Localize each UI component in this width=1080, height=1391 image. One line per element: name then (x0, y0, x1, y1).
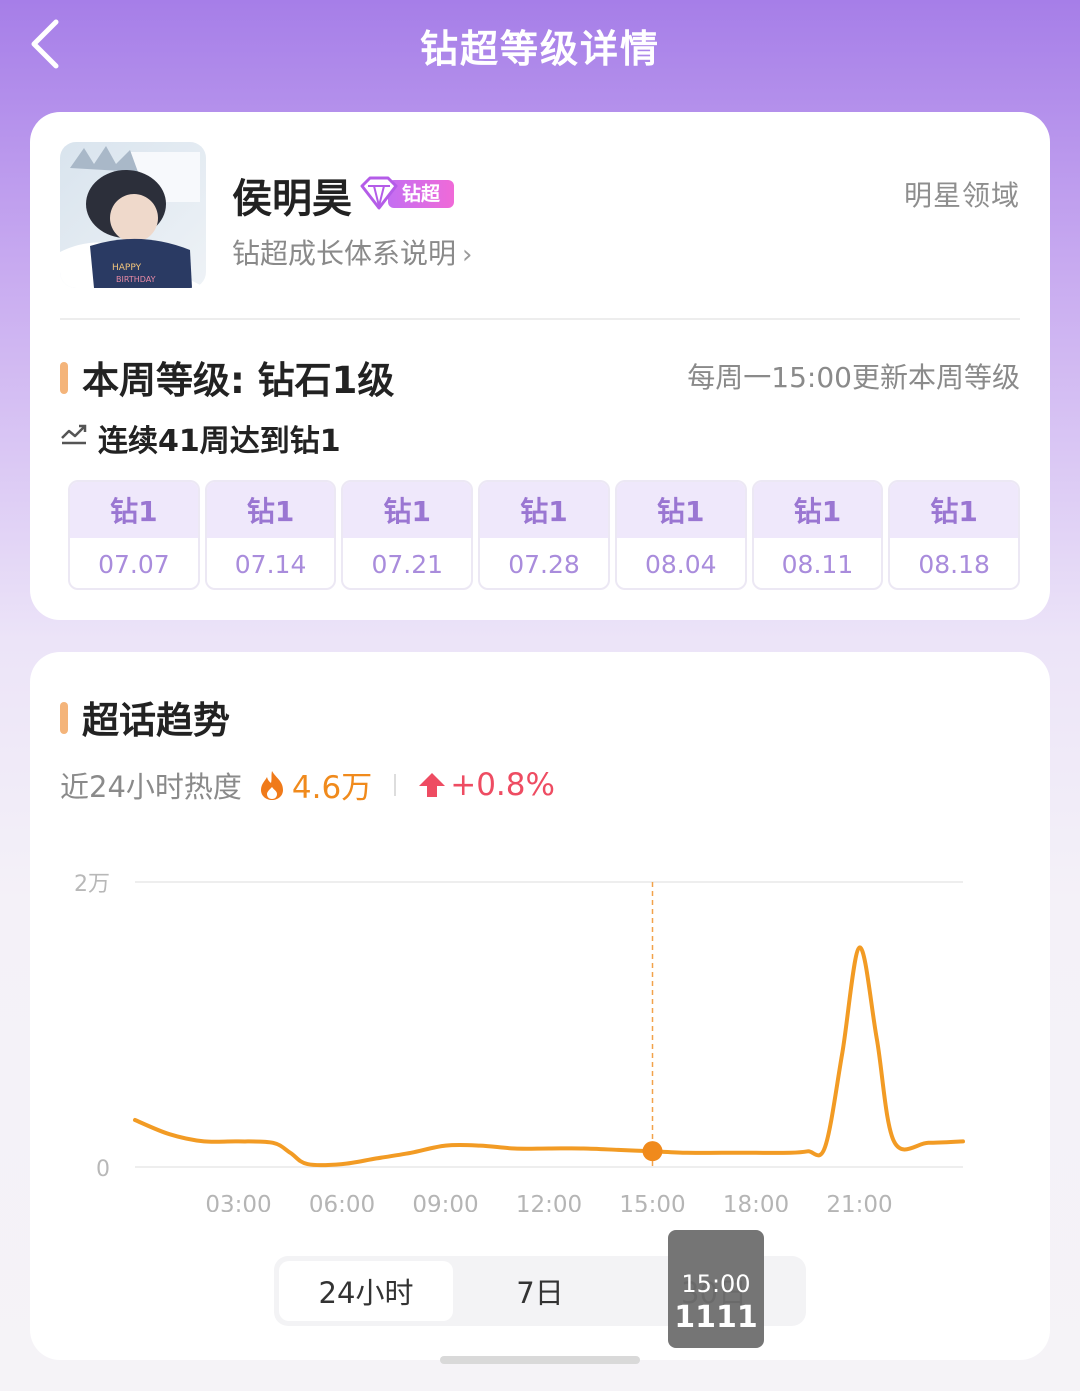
weekly-level-list: 钻1 07.07 钻1 07.14 钻1 07.21 钻1 07.28 钻1 08.04 … (68, 480, 1021, 590)
update-note: 每周一15:00更新本周等级 (687, 361, 1020, 394)
chevron-right-icon: › (462, 240, 473, 270)
x-tick-label: 12:00 (516, 1192, 582, 1212)
week-item: 钻1 08.18 (888, 480, 1021, 590)
x-tick-label: 18:00 (723, 1192, 789, 1212)
flame-icon (258, 769, 286, 801)
week-item: 钻1 08.11 (751, 480, 884, 590)
streak-text: 连续41周达到钻1 (98, 424, 341, 459)
week-level: 钻1 (616, 482, 745, 538)
section-accent-bar (60, 362, 68, 394)
week-date: 08.04 (644, 549, 717, 579)
x-tick-label: 15:00 (619, 1192, 685, 1212)
level-card: HAPPY BIRTHDAY 侯明昊 钻超 钻超成长体系说明 › 明星领域 本周等… (30, 112, 1050, 620)
week-item: 钻1 07.28 (478, 480, 610, 590)
change-value: +0.8% (450, 766, 555, 803)
week-date: 08.18 (918, 549, 990, 579)
x-tick-label: 09:00 (412, 1192, 478, 1212)
section-accent-bar (60, 702, 68, 734)
top-bar: 钻超等级详情 (0, 0, 1080, 90)
growth-link-label: 钻超成长体系说明 (232, 237, 457, 270)
week-level: 钻1 (206, 482, 335, 538)
week-level: 钻1 (890, 482, 1019, 538)
tooltip-time: 15:00 (681, 1270, 751, 1298)
week-date: 07.28 (508, 549, 580, 579)
chart-tooltip: 15:00 1111 (668, 1230, 764, 1348)
y-tick-label: 2万 (74, 872, 110, 897)
heat-summary: 近24小时热度 4.6万 +0.8% (60, 762, 555, 807)
tab-7d[interactable]: 7日 (453, 1261, 627, 1321)
trend-chart[interactable]: 0 2万 03:00 06:00 09:00 12:00 15:00 18:00 21:00 (30, 832, 1050, 1212)
trend-title: 超话趋势 (82, 699, 230, 742)
avatar[interactable]: HAPPY BIRTHDAY (60, 142, 206, 288)
week-level: 钻1 (70, 482, 198, 538)
badge-label: 钻超 (402, 183, 441, 205)
divider (60, 318, 1020, 320)
page-title: 钻超等级详情 (419, 27, 660, 71)
arrow-up-icon (418, 771, 446, 799)
svg-text:HAPPY: HAPPY (112, 263, 142, 273)
separator (394, 773, 397, 796)
week-item: 钻1 07.07 (68, 480, 200, 590)
trend-up-icon (60, 422, 88, 446)
week-item: 钻1 07.14 (204, 480, 337, 590)
domain-tag[interactable]: 明星领域 (904, 174, 1020, 214)
y-tick-label: 0 (96, 1157, 110, 1182)
x-tick-label: 03:00 (205, 1192, 271, 1212)
x-tick-label: 21:00 (826, 1192, 892, 1212)
user-name: 侯明昊 (232, 176, 352, 222)
week-level: 钻1 (480, 482, 608, 538)
weekly-level-title: 本周等级: 钻石1级 (82, 359, 395, 402)
heat-label: 近24小时热度 (60, 769, 242, 804)
highlight-point (642, 1141, 663, 1162)
tooltip-value: 1111 (674, 1300, 758, 1335)
series-line (133, 945, 965, 1168)
week-level: 钻1 (343, 482, 472, 538)
week-date: 07.07 (98, 549, 170, 579)
diamond-badge: 钻超 (358, 176, 456, 210)
home-indicator (440, 1356, 640, 1364)
week-item: 钻1 07.21 (341, 480, 474, 590)
svg-text:BIRTHDAY: BIRTHDAY (116, 275, 156, 284)
x-tick-label: 06:00 (309, 1192, 375, 1212)
heat-value: 4.6万 (291, 770, 373, 806)
trend-card: 超话趋势 近24小时热度 4.6万 +0.8% 0 2万 03:00 06:00 09:… (30, 652, 1050, 1360)
tab-24h[interactable]: 24小时 (279, 1261, 453, 1321)
week-date: 08.11 (781, 549, 854, 579)
growth-system-link[interactable]: 钻超成长体系说明 › (232, 232, 472, 272)
week-date: 07.21 (371, 549, 444, 579)
week-item: 钻1 08.04 (614, 480, 747, 590)
week-date: 07.14 (234, 549, 307, 579)
week-level: 钻1 (753, 482, 882, 538)
